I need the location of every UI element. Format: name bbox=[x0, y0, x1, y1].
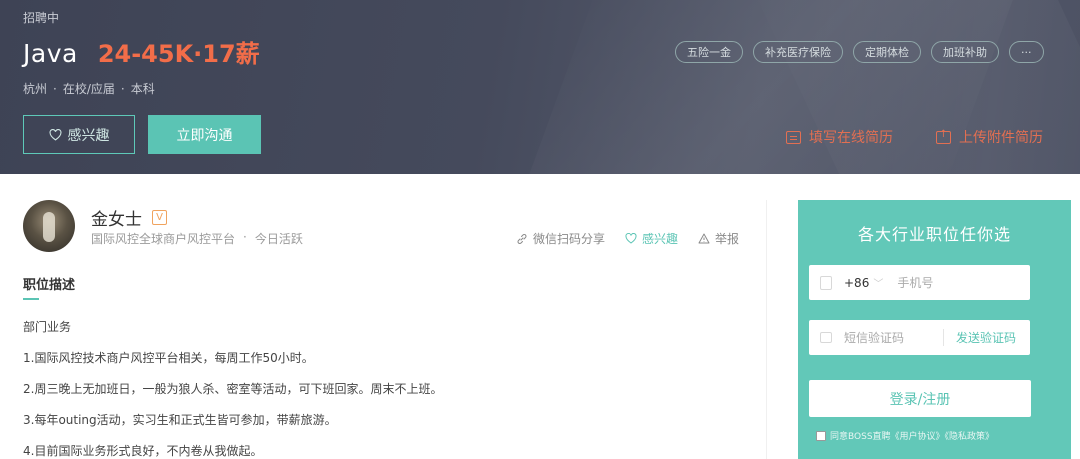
recruiter-company: 国际风控全球商户风控平台 bbox=[91, 232, 236, 246]
send-code-button[interactable]: 发送验证码 bbox=[942, 329, 1016, 346]
recruiter-activity: 今日活跃 bbox=[254, 232, 303, 246]
share-label: 微信扫码分享 bbox=[533, 232, 606, 246]
sms-code-input[interactable]: 短信验证码 bbox=[844, 329, 904, 346]
link-icon bbox=[517, 233, 527, 244]
upload-icon bbox=[936, 129, 951, 144]
interest-label: 感兴趣 bbox=[642, 232, 679, 246]
phone-field[interactable]: +86 ﹀ 手机号 bbox=[809, 265, 1030, 300]
chevron-down-icon[interactable]: ﹀ bbox=[873, 275, 883, 290]
hiring-status: 招聘中 bbox=[23, 11, 60, 25]
benefit-tag: 定期体检 bbox=[853, 41, 921, 63]
share-link[interactable]: 微信扫码分享 bbox=[516, 230, 605, 247]
job-degree: 本科 bbox=[130, 82, 155, 96]
recruiter-name: 金女士 bbox=[91, 210, 142, 230]
job-meta: 杭州 · 在校/应届 · 本科 bbox=[23, 80, 155, 97]
agreement-text[interactable]: 同意BOSS直聘《用户协议》《隐私政策》 bbox=[830, 429, 994, 442]
meta-separator: · bbox=[53, 81, 57, 96]
description-line: 1.国际风控技术商户风控平台相关，每周工作50小时。 bbox=[23, 351, 314, 365]
recruiter-info: 国际风控全球商户风控平台 · 今日活跃 bbox=[91, 230, 303, 247]
avatar[interactable] bbox=[23, 200, 75, 252]
upload-resume-label: 上传附件简历 bbox=[959, 130, 1043, 146]
benefit-tag: 五险一金 bbox=[675, 41, 743, 63]
job-title: Java bbox=[23, 39, 78, 68]
heart-icon bbox=[49, 128, 61, 141]
meta-separator: · bbox=[120, 81, 125, 96]
job-city: 杭州 bbox=[23, 82, 48, 96]
info-separator: · bbox=[243, 230, 247, 244]
interest-button-label: 感兴趣 bbox=[67, 127, 110, 144]
fill-resume-label: 填写在线简历 bbox=[809, 130, 893, 146]
benefit-tag: 补充医疗保险 bbox=[753, 41, 843, 63]
sms-code-field[interactable]: 短信验证码 发送验证码 bbox=[809, 320, 1030, 355]
benefit-tags: 五险一金 补充医疗保险 定期体检 加班补助 ··· bbox=[675, 41, 1044, 63]
description-line: 部门业务 bbox=[23, 320, 72, 334]
description-line: 3.每年outing活动，实习生和正式生皆可参加，带薪旅游。 bbox=[23, 413, 337, 427]
upload-resume-link[interactable]: 上传附件简历 bbox=[936, 127, 1043, 147]
description-line: 2.周三晚上无加班日，一般为狼人杀、密室等活动，可下班回家。周末不上班。 bbox=[23, 382, 443, 396]
job-title-row: Java 24-45K·17薪 bbox=[23, 34, 260, 69]
country-code-select[interactable]: +86 bbox=[844, 276, 869, 290]
description-line: 4.目前国际业务形式良好，不内卷从我做起。 bbox=[23, 444, 263, 458]
interest-link[interactable]: 感兴趣 bbox=[625, 230, 678, 247]
phone-input[interactable]: 手机号 bbox=[897, 274, 933, 291]
resume-icon bbox=[786, 130, 801, 144]
login-register-button[interactable]: 登录/注册 bbox=[809, 380, 1031, 417]
agreement-row: 同意BOSS直聘《用户协议》《隐私政策》 bbox=[816, 429, 994, 442]
salary: 24-45K·17薪 bbox=[97, 40, 260, 68]
agree-checkbox[interactable] bbox=[816, 430, 826, 441]
message-icon bbox=[820, 332, 832, 343]
job-actions: 微信扫码分享 感兴趣 举报 bbox=[516, 230, 739, 247]
login-panel-title: 各大行业职位任你选 bbox=[857, 225, 1011, 244]
benefit-tag: 加班补助 bbox=[931, 41, 999, 63]
warning-icon bbox=[698, 233, 710, 244]
job-header: 招聘中 Java 24-45K·17薪 杭州 · 在校/应届 · 本科 五险一金… bbox=[0, 0, 1080, 174]
job-description: 部门业务 1.国际风控技术商户风控平台相关，每周工作50小时。 2.周三晚上无加… bbox=[23, 320, 442, 459]
verified-badge: V bbox=[152, 210, 167, 225]
column-divider bbox=[766, 200, 767, 459]
section-title: 职位描述 bbox=[23, 278, 76, 293]
chat-now-button[interactable]: 立即沟通 bbox=[148, 115, 261, 154]
job-experience: 在校/应届 bbox=[62, 82, 115, 96]
fill-resume-link[interactable]: 填写在线简历 bbox=[786, 127, 893, 147]
phone-icon bbox=[820, 275, 832, 290]
report-label: 举报 bbox=[715, 232, 740, 246]
login-panel: 各大行业职位任你选 +86 ﹀ 手机号 短信验证码 发送验证码 登录/注册 同意… bbox=[798, 200, 1071, 459]
more-tags-button[interactable]: ··· bbox=[1009, 41, 1044, 63]
heart-icon bbox=[625, 233, 637, 244]
recruiter-name-row: 金女士 V bbox=[91, 205, 167, 230]
report-link[interactable]: 举报 bbox=[698, 230, 739, 247]
interest-button[interactable]: 感兴趣 bbox=[23, 115, 135, 154]
section-underline bbox=[23, 298, 39, 300]
